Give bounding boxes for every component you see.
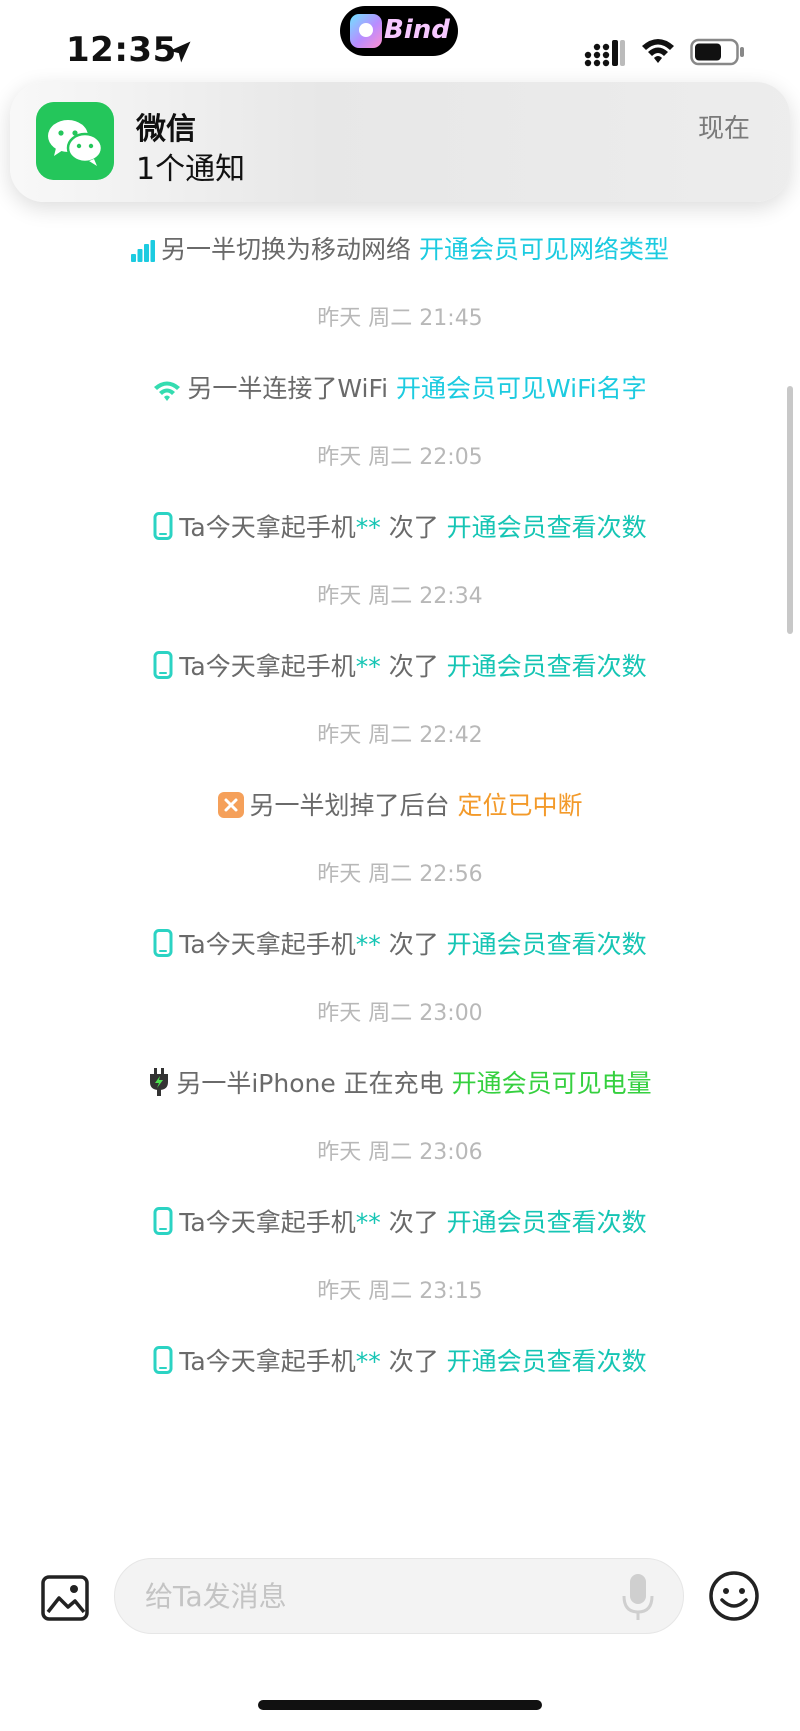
event-text: Ta今天拿起手机: [179, 513, 356, 542]
wechat-app-icon: [36, 102, 114, 180]
cellular-signal-icon: [131, 240, 155, 262]
phone-icon: [153, 651, 173, 679]
timestamp: 昨天 周二 22:42: [317, 722, 483, 748]
location-arrow-icon: [169, 41, 191, 63]
event-row: 另一半连接了WiFi 开通会员可见WiFi名字: [0, 369, 800, 405]
charger-plug-icon: [150, 1068, 169, 1096]
battery-icon: [690, 38, 744, 66]
event-suffix: 次了: [380, 1347, 439, 1376]
phone-icon: [153, 1346, 173, 1374]
event-row: 另一半划掉了后台 定位已中断: [0, 786, 800, 822]
notification-time: 现在: [697, 114, 750, 144]
home-indicator[interactable]: [258, 1700, 542, 1710]
event-row: Ta今天拿起手机** 次了 开通会员查看次数: [0, 1203, 800, 1239]
hidden-count: **: [355, 513, 381, 542]
status-time: 12:35: [66, 30, 177, 70]
upgrade-link[interactable]: 开通会员可见WiFi名字: [396, 374, 647, 403]
message-input[interactable]: [114, 1558, 684, 1634]
message-composer: [0, 1540, 800, 1660]
upgrade-link[interactable]: 开通会员查看次数: [447, 1208, 647, 1237]
cellular-signal-icon: [584, 40, 625, 67]
upgrade-link[interactable]: 开通会员查看次数: [447, 930, 647, 959]
event-text: 另一半划掉了后台: [249, 791, 450, 820]
event-text: Ta今天拿起手机: [179, 652, 356, 681]
event-text: Ta今天拿起手机: [179, 1347, 356, 1376]
upgrade-link[interactable]: 开通会员可见网络类型: [419, 235, 669, 264]
event-suffix: 次了: [380, 513, 439, 542]
hidden-count: **: [355, 1208, 381, 1237]
upgrade-link[interactable]: 开通会员查看次数: [447, 513, 647, 542]
emoji-icon[interactable]: [708, 1570, 760, 1622]
screen: 12:35 Bind 微信 1个通知 现在 另一半切换为移动网络 开通会员可见网…: [0, 0, 800, 1731]
phone-icon: [153, 512, 173, 540]
timestamp: 昨天 周二 23:00: [317, 1000, 483, 1026]
event-row: Ta今天拿起手机** 次了 开通会员查看次数: [0, 925, 800, 961]
upgrade-link[interactable]: 开通会员可见电量: [452, 1069, 652, 1098]
event-row: Ta今天拿起手机** 次了 开通会员查看次数: [0, 508, 800, 544]
timestamp: 昨天 周二 23:15: [317, 1278, 483, 1304]
timestamp: 昨天 周二 22:34: [317, 583, 483, 609]
hidden-count: **: [355, 930, 381, 959]
microphone-icon[interactable]: [620, 1572, 656, 1622]
island-app-name: Bind: [384, 15, 450, 45]
event-text: 另一半iPhone 正在充电: [176, 1069, 444, 1098]
event-row: 另一半切换为移动网络 开通会员可见网络类型: [0, 230, 800, 266]
timestamp: 昨天 周二 22:05: [317, 444, 483, 470]
wifi-icon: [154, 381, 181, 401]
close-square-icon: [217, 792, 244, 818]
event-suffix: 次了: [380, 652, 439, 681]
phone-icon: [153, 929, 173, 957]
event-row: 另一半iPhone 正在充电 开通会员可见电量: [0, 1064, 800, 1100]
event-suffix: 次了: [380, 1208, 439, 1237]
notification-app-name: 微信: [136, 112, 196, 147]
timestamp: 昨天 周二 22:56: [317, 861, 483, 887]
wifi-icon: [642, 39, 674, 63]
event-row: Ta今天拿起手机** 次了 开通会员查看次数: [0, 1342, 800, 1378]
event-row: Ta今天拿起手机** 次了 开通会员查看次数: [0, 647, 800, 683]
upgrade-link[interactable]: 开通会员查看次数: [447, 652, 647, 681]
event-text: 另一半切换为移动网络: [161, 235, 412, 264]
bind-app-icon: [350, 14, 382, 48]
upgrade-link[interactable]: 定位已中断: [457, 791, 582, 820]
notification-body: 1个通知: [136, 152, 246, 187]
dynamic-island[interactable]: Bind: [340, 6, 458, 56]
scrollbar[interactable]: [787, 386, 793, 634]
event-text: Ta今天拿起手机: [179, 930, 356, 959]
image-picker-icon[interactable]: [40, 1574, 90, 1622]
timestamp: 昨天 周二 23:06: [317, 1139, 483, 1165]
hidden-count: **: [355, 652, 381, 681]
phone-icon: [153, 1207, 173, 1235]
notification-banner[interactable]: 微信 1个通知 现在: [10, 82, 790, 202]
event-text: Ta今天拿起手机: [179, 1208, 356, 1237]
event-suffix: 次了: [380, 930, 439, 959]
upgrade-link[interactable]: 开通会员查看次数: [447, 1347, 647, 1376]
event-text: 另一半连接了WiFi: [187, 374, 389, 403]
hidden-count: **: [355, 1347, 381, 1376]
timestamp: 昨天 周二 21:45: [317, 305, 483, 331]
